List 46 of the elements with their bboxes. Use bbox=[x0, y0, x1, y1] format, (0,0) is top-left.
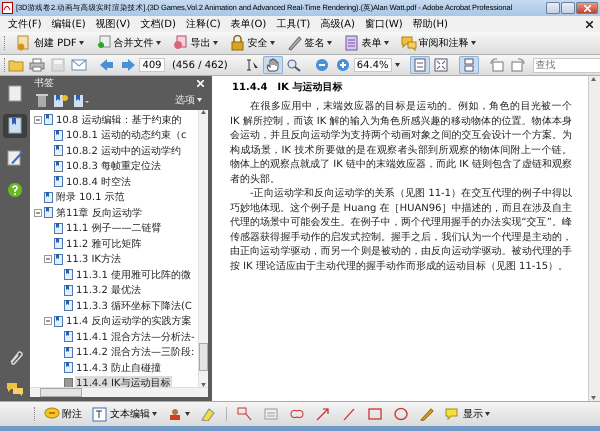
toolbar-button[interactable]: 创建 PDF bbox=[13, 34, 87, 52]
menu-item[interactable]: 表单(O) bbox=[226, 17, 272, 31]
section-heading: 11.4.4 IK 与运动目标 bbox=[232, 80, 344, 94]
menu-item[interactable]: 高级(A) bbox=[315, 17, 360, 31]
toolbar-button[interactable]: 审阅和注释 bbox=[398, 34, 479, 52]
menu-item[interactable]: 文件(F) bbox=[3, 17, 47, 31]
bookmark-item[interactable]: 附录 10.1 示范 bbox=[55, 190, 126, 204]
toolbar-button[interactable]: 显示 bbox=[442, 405, 493, 423]
bookmark-item[interactable]: 11.4.3 防止自碰撞 bbox=[75, 360, 162, 375]
menu-item[interactable]: 帮助(H) bbox=[408, 17, 453, 31]
bookmark-item[interactable]: 10.8.3 每帧重定位法 bbox=[65, 159, 162, 174]
bookmark-item[interactable]: 11.3.2 最优法 bbox=[75, 283, 142, 298]
menu-item[interactable]: 窗口(W) bbox=[360, 17, 408, 31]
paragraph: -正向运动学和反向运动学的关系（见图 11-1）在交互代理的例子中得以巧妙地体现。这个例子是 Huang 在［HUAN96］中描述的，而且在涉及自主代理的场景中可能会发生。在例子中，两个代理用握手的办法实现“交互”。峰传感器获得握手动作的启发式控制。握手之后，我们认为一个代理是主动的，由正向运动学驱动，而另一个则是被动的，由反向运动学驱动。被动代理的手按 IK 理论适应由于主动代理的握手动作而形成的运动目标（见图 11-15）。 bbox=[230, 187, 572, 274]
menu-item[interactable]: 文档(D) bbox=[135, 17, 181, 31]
menu-item[interactable]: 编辑(E) bbox=[46, 17, 91, 31]
bookmark-item[interactable]: 10.8 运动编辑：基于约束的 bbox=[55, 112, 182, 127]
bookmark-item[interactable]: 11.4.1 混合方法—分析法- bbox=[75, 330, 196, 344]
page-number-field[interactable]: 409 bbox=[139, 58, 165, 72]
search-field[interactable]: 查找 bbox=[532, 58, 600, 72]
bookmark-item[interactable]: 11.3.1 使用雅可比阵的微 bbox=[75, 268, 192, 282]
bookmark-item[interactable]: 11.4.2 混合方法—三阶段: bbox=[75, 345, 196, 360]
toolbar-button[interactable]: 表单 bbox=[340, 34, 392, 52]
bookmark-item[interactable]: 10.8.4 时空法 bbox=[65, 174, 132, 189]
toolbar-button[interactable]: 导出 bbox=[170, 34, 221, 52]
bookmark-item[interactable]: 11.4 反向运动学的实践方案 bbox=[65, 314, 192, 328]
options-menu[interactable]: 选项 bbox=[175, 93, 202, 107]
toolbar-button[interactable]: 文本编辑 bbox=[89, 405, 160, 423]
bookmark-item[interactable]: 10.8.1 运动的动态约束（c bbox=[65, 128, 188, 142]
bookmark-item[interactable]: 10.8.2 运动中的运动学约 bbox=[65, 144, 182, 158]
bookmark-item[interactable]: 第11章 反向运动学 bbox=[55, 206, 143, 220]
paragraph: 在很多应用中，末端效应器的目标是运动的。例如，角色的目光被一个 IK 解所控制，而该 IK 解的输入为角色所感兴趣的移动物体的位置。物体本身会运动，并且反向运动学为支持两个动画对象之间的交互会设计一个方案。为构成场景，IK 技术所要做的是在观察者头部到所观察的物体间附上一个链。物体上的观察点就成了 IK 链中的末端效应器，而此 IK 链则包含了虚链和观察者的头部。 bbox=[230, 100, 572, 186]
page-count: (456 / 462) bbox=[171, 60, 229, 70]
menu-item[interactable]: 注释(C) bbox=[180, 17, 226, 31]
bookmark-item[interactable]: 11.3.3 循环坐标下降法(C bbox=[75, 298, 193, 313]
bookmark-item[interactable]: 11.1 例子——二链臂 bbox=[65, 221, 162, 236]
toolbar-button[interactable]: 合并文件 bbox=[92, 34, 164, 52]
menu-item[interactable]: 工具(T) bbox=[271, 17, 316, 31]
menu-item[interactable]: 视图(V) bbox=[90, 17, 136, 31]
zoom-field[interactable]: 64.4% bbox=[354, 58, 392, 72]
toolbar-button[interactable]: 安全 bbox=[226, 34, 278, 52]
toolbar-button[interactable]: 签名 bbox=[284, 34, 335, 52]
toolbar-button[interactable]: 附注 bbox=[41, 405, 85, 423]
bookmark-item[interactable]: 11.3 IK方法 bbox=[65, 252, 122, 266]
bookmark-item[interactable]: 11.2 雅可比矩阵 bbox=[65, 236, 142, 251]
panel-title: 书签 bbox=[34, 76, 54, 90]
